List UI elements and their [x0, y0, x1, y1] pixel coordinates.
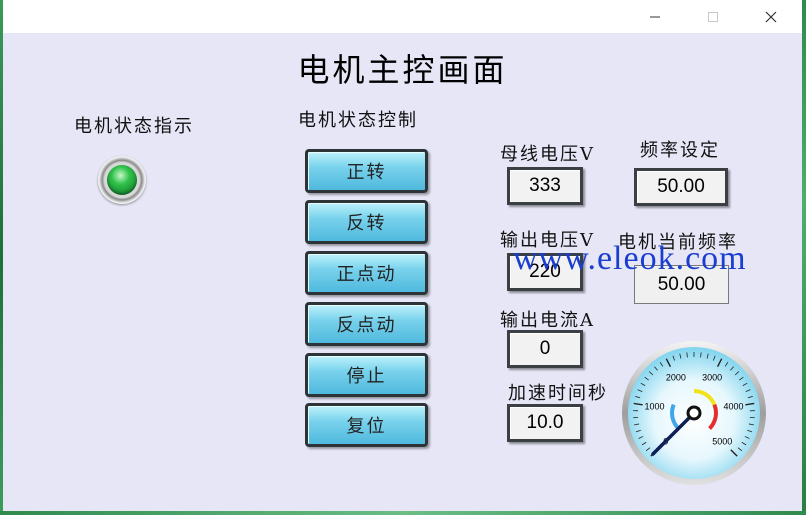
reverse-jog-button[interactable]: 反点动	[305, 302, 428, 346]
main-panel: 电机主控画面 电机状态指示 电机状态控制 正转 反转 正点动 反点动 停止 复位…	[3, 33, 802, 511]
output-current-display: 0	[507, 330, 583, 368]
freq-setting-label: 频率设定	[640, 140, 720, 161]
stop-button[interactable]: 停止	[305, 353, 428, 397]
motor-status-lamp	[98, 156, 146, 204]
freq-setting-input[interactable]: 50.00	[634, 168, 728, 206]
app-window: 电机主控画面 电机状态指示 电机状态控制 正转 反转 正点动 反点动 停止 复位…	[3, 0, 802, 511]
desktop-background-bottom	[0, 511, 806, 515]
title-bar	[3, 0, 802, 33]
gauge-tick-label: 1000	[644, 402, 664, 412]
close-icon	[765, 11, 777, 22]
forward-jog-button[interactable]: 正点动	[305, 251, 428, 295]
gauge-tick-label: 4000	[723, 402, 743, 412]
status-indicator-label: 电机状态指示	[74, 116, 194, 137]
accel-time-input[interactable]: 10.0	[507, 404, 583, 442]
gauge-tick-label: 5000	[712, 436, 732, 446]
gauge-tick-label: 3000	[702, 372, 722, 382]
output-current-label: 输出电流A	[500, 310, 595, 331]
page-title: 电机主控画面	[297, 51, 508, 89]
bus-voltage-display: 333	[507, 167, 583, 205]
watermark-text: www.eleok.com	[513, 240, 747, 277]
minimize-button[interactable]	[632, 0, 678, 33]
forward-button[interactable]: 正转	[305, 149, 428, 193]
reset-button[interactable]: 复位	[305, 403, 428, 447]
rpm-gauge: 0 1000 2000 3000 4000 5000	[622, 341, 766, 485]
close-button[interactable]	[748, 0, 794, 33]
status-control-label: 电机状态控制	[298, 110, 418, 131]
minimize-icon	[650, 16, 660, 17]
gauge-tick-label: 2000	[666, 372, 686, 382]
lamp-light	[107, 165, 137, 195]
gauge-hub	[686, 405, 702, 421]
reverse-button[interactable]: 反转	[305, 200, 428, 244]
accel-time-label: 加速时间秒	[508, 383, 608, 404]
bus-voltage-label: 母线电压V	[500, 144, 595, 165]
maximize-button[interactable]	[690, 0, 736, 33]
maximize-icon	[708, 11, 718, 22]
